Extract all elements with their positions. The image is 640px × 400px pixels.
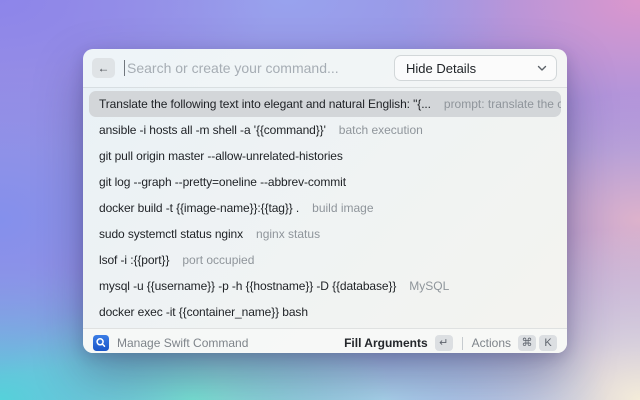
app-label: Manage Swift Command xyxy=(117,336,336,350)
search-input[interactable] xyxy=(127,60,394,76)
actions-shortcut: ⌘ K xyxy=(518,335,557,351)
command-palette-window: ← Hide Details Translate the following t… xyxy=(83,49,567,353)
command-title: git pull origin master --allow-unrelated… xyxy=(99,149,343,163)
command-list: Translate the following text into elegan… xyxy=(83,88,567,328)
command-subtitle: prompt: translate the clipboard text int… xyxy=(444,97,561,111)
command-row[interactable]: git log --graph --pretty=oneline --abbre… xyxy=(89,169,561,195)
chevron-down-icon xyxy=(537,65,547,72)
command-subtitle: nginx status xyxy=(256,227,320,241)
return-key-icon[interactable]: ↵ xyxy=(435,335,453,351)
command-row[interactable]: mysql -u {{username}} -p -h {{hostname}}… xyxy=(89,273,561,299)
command-row[interactable]: git pull origin master --allow-unrelated… xyxy=(89,143,561,169)
command-row[interactable]: ansible -i hosts all -m shell -a '{{comm… xyxy=(89,117,561,143)
command-title: ansible -i hosts all -m shell -a '{{comm… xyxy=(99,123,326,137)
fill-arguments-button[interactable]: Fill Arguments xyxy=(344,336,428,350)
command-row[interactable]: Translate the following text into elegan… xyxy=(89,91,561,117)
k-key-icon: K xyxy=(539,335,557,351)
footer-divider xyxy=(462,337,463,350)
command-title: Translate the following text into elegan… xyxy=(99,97,431,111)
command-subtitle: MySQL xyxy=(409,279,449,293)
search-bar: ← Hide Details xyxy=(83,49,567,88)
command-row[interactable]: sudo systemctl status nginx nginx status xyxy=(89,221,561,247)
command-row[interactable]: docker exec -it {{container_name}} bash xyxy=(89,299,561,325)
command-subtitle: build image xyxy=(312,201,373,215)
command-title: lsof -i :{{port}} xyxy=(99,253,169,267)
actions-button[interactable]: Actions xyxy=(472,336,511,350)
command-row[interactable]: lsof -i :{{port}} port occupied xyxy=(89,247,561,273)
command-subtitle: batch execution xyxy=(339,123,423,137)
command-subtitle: port occupied xyxy=(182,253,254,267)
text-cursor xyxy=(124,60,125,76)
command-title: docker exec -it {{container_name}} bash xyxy=(99,305,308,319)
magnifier-app-icon xyxy=(93,335,109,351)
footer-actions: Fill Arguments ↵ Actions ⌘ K xyxy=(344,335,557,351)
details-dropdown[interactable]: Hide Details xyxy=(394,55,557,81)
command-key-icon: ⌘ xyxy=(518,335,536,351)
command-title: docker build -t {{image-name}}:{{tag}} . xyxy=(99,201,299,215)
back-button[interactable]: ← xyxy=(92,58,115,78)
details-dropdown-label: Hide Details xyxy=(406,61,537,76)
command-row[interactable]: docker build -t {{image-name}}:{{tag}} .… xyxy=(89,195,561,221)
footer-bar: Manage Swift Command Fill Arguments ↵ Ac… xyxy=(83,328,567,353)
command-title: mysql -u {{username}} -p -h {{hostname}}… xyxy=(99,279,396,293)
command-title: sudo systemctl status nginx xyxy=(99,227,243,241)
command-title: git log --graph --pretty=oneline --abbre… xyxy=(99,175,346,189)
